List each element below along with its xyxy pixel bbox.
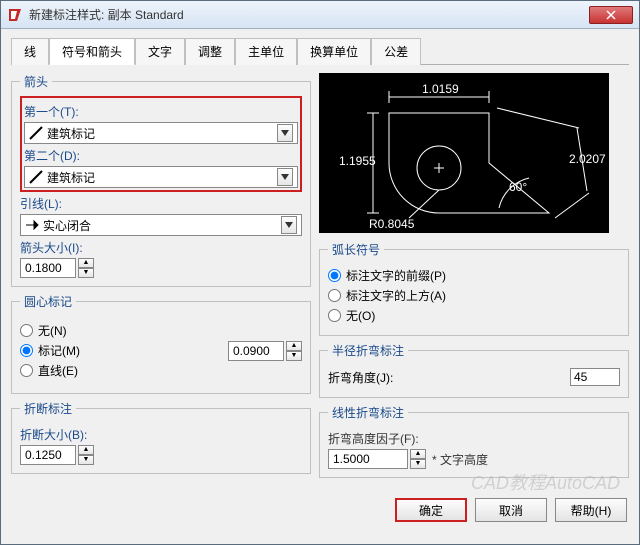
- chevron-down-icon: [281, 216, 297, 234]
- linear-jog-group: 线性折弯标注 折弯高度因子(F): ▲▼ * 文字高度: [319, 404, 629, 478]
- break-size-input[interactable]: [20, 445, 76, 465]
- arrowheads-legend: 箭头: [20, 73, 52, 90]
- svg-text:2.0207: 2.0207: [569, 152, 606, 166]
- second-arrow-combo[interactable]: 建筑标记: [24, 166, 298, 188]
- radius-jog-group: 半径折弯标注 折弯角度(J):: [319, 342, 629, 398]
- arrow-size-label: 箭头大小(I):: [20, 239, 302, 256]
- chevron-down-icon: [277, 124, 293, 142]
- dim-break-group: 折断标注 折断大小(B): ▲▼: [11, 400, 311, 474]
- filled-arrow-icon: [25, 218, 39, 232]
- tab-strip: 线 符号和箭头 文字 调整 主单位 换算单位 公差: [11, 37, 629, 65]
- spin-down[interactable]: ▼: [410, 459, 426, 469]
- spin-up[interactable]: ▲: [78, 445, 94, 455]
- leader-label: 引线(L):: [20, 195, 302, 212]
- spin-down[interactable]: ▼: [78, 268, 94, 278]
- spin-up[interactable]: ▲: [78, 258, 94, 268]
- tab-fit[interactable]: 调整: [185, 38, 235, 65]
- arch-tick-icon: [29, 170, 43, 184]
- spin-up[interactable]: ▲: [410, 449, 426, 459]
- second-arrow-label: 第二个(D):: [24, 147, 298, 164]
- break-size-spinner[interactable]: ▲▼: [20, 445, 94, 465]
- help-button[interactable]: 帮助(H): [555, 498, 627, 522]
- jog-angle-label: 折弯角度(J):: [328, 369, 393, 386]
- linear-jog-legend: 线性折弯标注: [328, 404, 408, 421]
- spin-up[interactable]: ▲: [286, 341, 302, 351]
- jog-height-input[interactable]: [328, 449, 408, 469]
- arrowheads-group: 箭头 第一个(T): 建筑标记 第二个(D): 建筑标记: [11, 73, 311, 287]
- jog-angle-input[interactable]: [570, 368, 620, 386]
- arc-length-group: 弧长符号 标注文字的前缀(P) 标注文字的上方(A) 无(O): [319, 241, 629, 336]
- tab-tolerance[interactable]: 公差: [371, 38, 421, 65]
- arc-none-radio[interactable]: 无(O): [328, 307, 620, 324]
- spin-down[interactable]: ▼: [286, 351, 302, 361]
- svg-text:1.0159: 1.0159: [422, 82, 459, 96]
- leader-combo[interactable]: 实心闭合: [20, 214, 302, 236]
- spin-down[interactable]: ▼: [78, 455, 94, 465]
- window-title: 新建标注样式: 副本 Standard: [29, 6, 589, 23]
- first-arrow-label: 第一个(T):: [24, 103, 298, 120]
- arrow-size-input[interactable]: [20, 258, 76, 278]
- jog-height-suffix: * 文字高度: [432, 451, 488, 468]
- center-none-radio[interactable]: 无(N): [20, 322, 80, 339]
- tab-text[interactable]: 文字: [135, 38, 185, 65]
- tab-lines[interactable]: 线: [11, 38, 49, 65]
- app-icon: [7, 7, 23, 23]
- break-size-label: 折断大小(B):: [20, 426, 302, 443]
- tab-symbols-arrows[interactable]: 符号和箭头: [49, 38, 135, 65]
- arc-prefix-radio[interactable]: 标注文字的前缀(P): [328, 267, 620, 284]
- first-arrow-combo[interactable]: 建筑标记: [24, 122, 298, 144]
- radius-jog-legend: 半径折弯标注: [328, 342, 408, 359]
- svg-text:1.1955: 1.1955: [339, 154, 376, 168]
- center-size-spinner[interactable]: ▲▼: [228, 341, 302, 361]
- tab-primary-units[interactable]: 主单位: [235, 38, 297, 65]
- center-mark-radio[interactable]: 标记(M): [20, 342, 80, 359]
- svg-text:60°: 60°: [509, 180, 527, 194]
- arc-length-legend: 弧长符号: [328, 241, 384, 258]
- preview-pane: 1.0159 1.1955 2.0207 60° R0.8045: [319, 73, 609, 233]
- close-button[interactable]: [589, 6, 633, 24]
- jog-height-label: 折弯高度因子(F):: [328, 430, 620, 447]
- tab-alt-units[interactable]: 换算单位: [297, 38, 371, 65]
- cancel-button[interactable]: 取消: [475, 498, 547, 522]
- center-line-radio[interactable]: 直线(E): [20, 362, 80, 379]
- ok-button[interactable]: 确定: [395, 498, 467, 522]
- chevron-down-icon: [277, 168, 293, 186]
- arc-above-radio[interactable]: 标注文字的上方(A): [328, 287, 620, 304]
- svg-text:R0.8045: R0.8045: [369, 217, 415, 231]
- jog-height-spinner[interactable]: ▲▼: [328, 449, 426, 469]
- center-marks-legend: 圆心标记: [20, 293, 76, 310]
- arch-tick-icon: [29, 126, 43, 140]
- center-marks-group: 圆心标记 无(N) 标记(M) 直线(E) ▲▼: [11, 293, 311, 394]
- arrow-size-spinner[interactable]: ▲▼: [20, 258, 94, 278]
- center-size-input[interactable]: [228, 341, 284, 361]
- dim-break-legend: 折断标注: [20, 400, 76, 417]
